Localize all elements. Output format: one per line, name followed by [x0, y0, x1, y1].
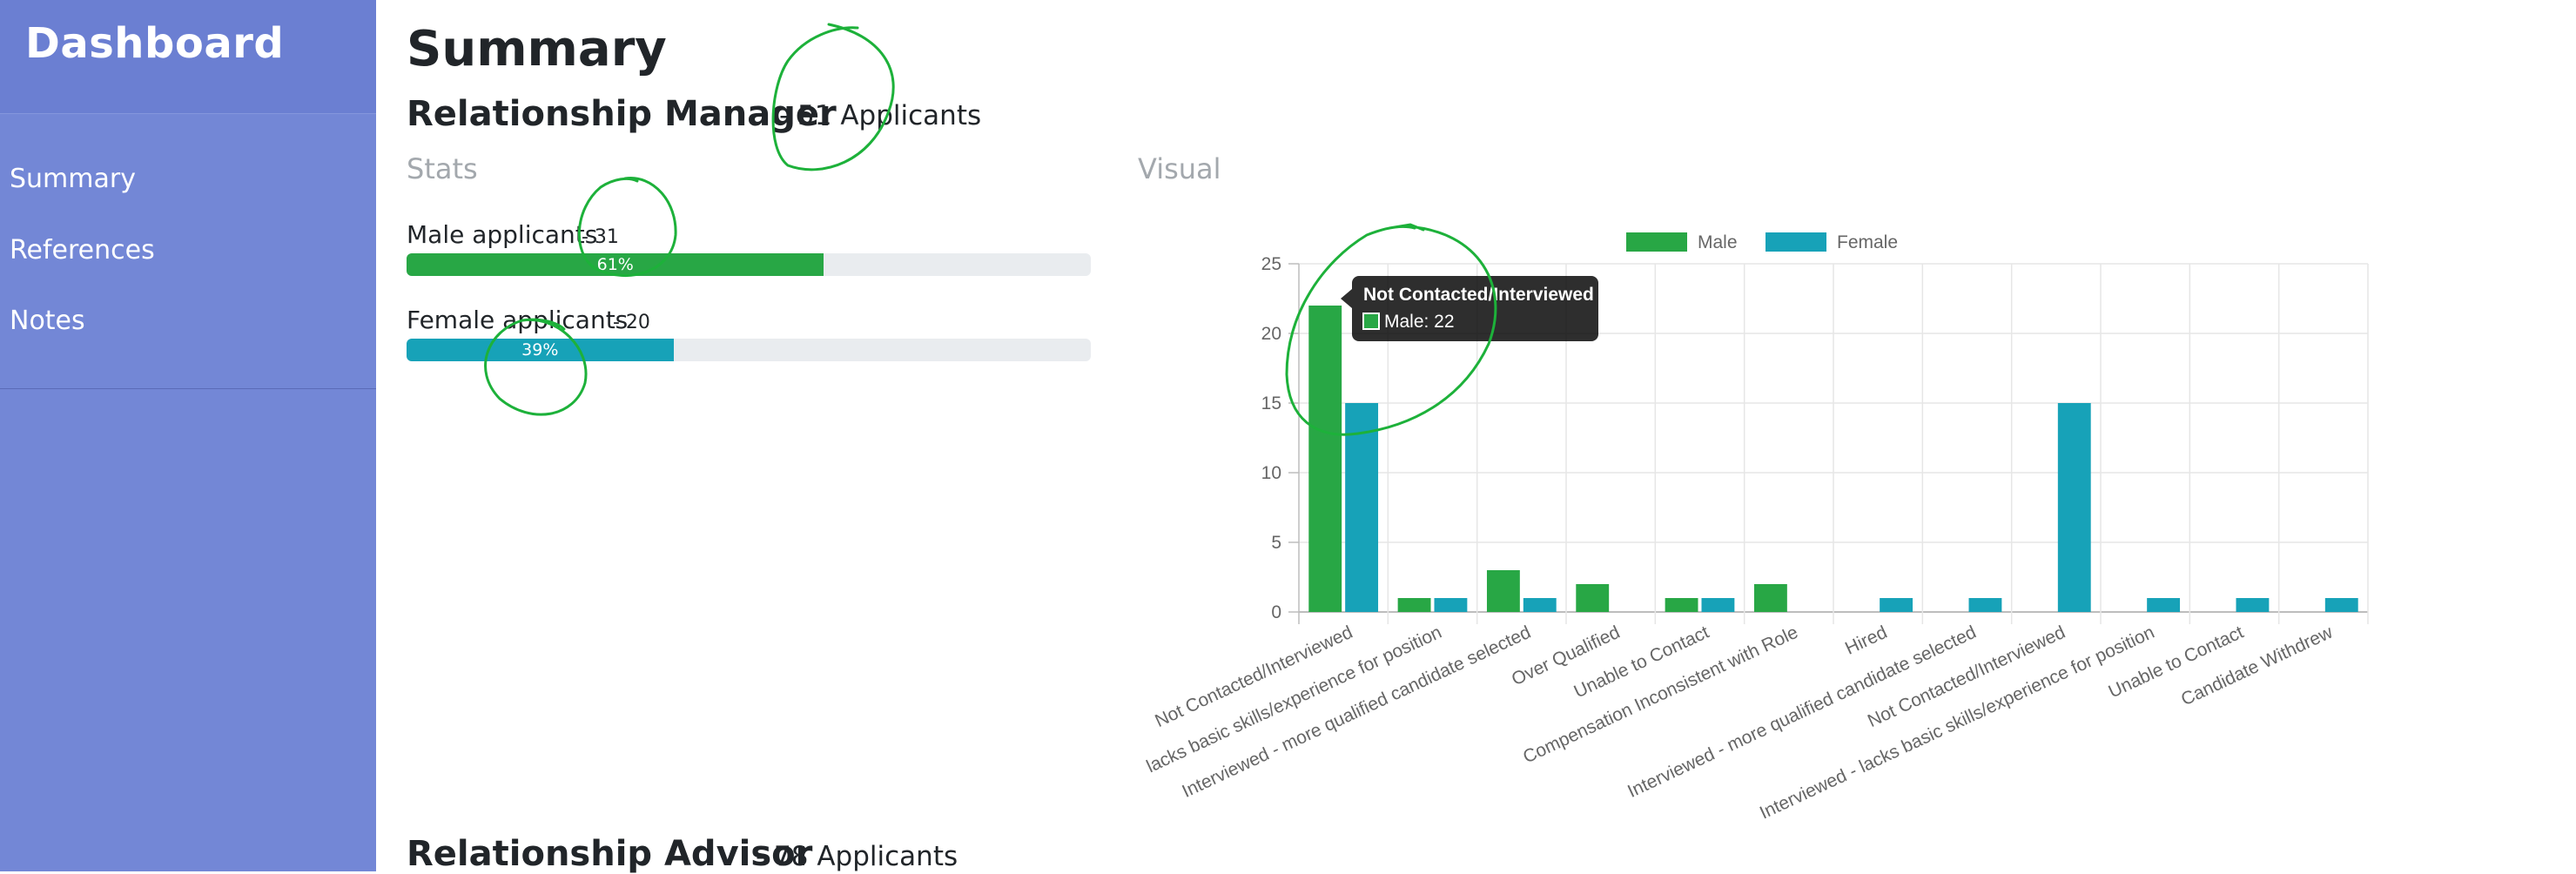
y-tick-label: 10	[1261, 463, 1281, 483]
bar-female	[1968, 598, 2002, 612]
male-applicants-count: - 31	[582, 226, 619, 248]
female-progress-bar: 39%	[407, 339, 674, 361]
tooltip-title: Not Contacted/Interviewed	[1363, 285, 1594, 305]
x-tick-label: Hired	[1842, 622, 1890, 659]
y-tick-label: 25	[1261, 254, 1281, 274]
applicants-bar-chart[interactable]: 0510152025Not Contacted/Interviewedlacks…	[1132, 218, 2420, 844]
y-tick-label: 0	[1271, 602, 1281, 622]
bar-female	[2147, 598, 2181, 612]
female-progress-track: 39%	[407, 339, 1091, 361]
male-progress-track: 61%	[407, 253, 1091, 276]
x-tick-label: Interviewed - lacks basic skills/experie…	[1757, 622, 2157, 824]
sidebar-brand[interactable]: Dashboard	[0, 0, 376, 114]
female-applicants-count: - 20	[613, 312, 650, 333]
bar-female	[2236, 598, 2270, 612]
sidebar: Dashboard Summary References Notes	[0, 0, 376, 871]
y-tick-label: 15	[1261, 393, 1281, 413]
bar-female	[2057, 403, 2091, 612]
tooltip-swatch	[1362, 313, 1380, 330]
visual-heading: Visual	[1138, 152, 1221, 185]
y-tick-label: 5	[1271, 533, 1281, 553]
legend-label-female: Female	[1837, 232, 1898, 252]
section-title-relationship-advisor: Relationship Advisor	[407, 834, 813, 874]
sidebar-divider	[0, 388, 376, 389]
applicant-count-advisor: - 78 Applicants	[756, 841, 958, 872]
bar-female	[1880, 598, 1914, 612]
brand-title[interactable]: Dashboard	[25, 19, 284, 68]
sidebar-item-references[interactable]: References	[10, 235, 155, 266]
y-tick-label: 20	[1261, 324, 1281, 344]
bar-female	[1434, 598, 1468, 612]
applicant-count: - 51 Applicants	[779, 100, 982, 131]
tooltip-body: Male: 22	[1384, 312, 1455, 332]
bar-male	[1665, 598, 1698, 612]
x-tick-label: Interviewed - more qualified candidate s…	[1179, 622, 1534, 802]
male-applicants-label: Male applicants	[407, 220, 598, 249]
section-title-relationship-manager: Relationship Manager	[407, 94, 837, 134]
male-progress-bar: 61%	[407, 253, 824, 276]
bar-female	[1523, 598, 1557, 612]
legend-swatch-female	[1766, 232, 1826, 252]
bar-male	[1397, 598, 1431, 612]
bar-male	[1308, 306, 1342, 612]
sidebar-item-notes[interactable]: Notes	[10, 306, 85, 336]
sidebar-item-summary[interactable]: Summary	[10, 164, 136, 194]
bar-female	[1345, 403, 1379, 612]
page-title: Summary	[407, 21, 667, 77]
bar-male	[1576, 584, 1610, 612]
stats-heading: Stats	[407, 152, 478, 185]
legend-label-male: Male	[1698, 232, 1738, 252]
female-applicants-label: Female applicants	[407, 306, 629, 334]
x-tick-label: Candidate Withdrew	[2178, 622, 2337, 709]
legend-swatch-male	[1626, 232, 1687, 252]
bar-male	[1753, 584, 1787, 612]
bar-female	[2324, 598, 2358, 612]
tooltip-caret	[1341, 289, 1352, 308]
bar-male	[1486, 570, 1520, 612]
chart-tooltip: Not Contacted/Interviewed Male: 22	[1341, 276, 1598, 341]
bar-female	[1701, 598, 1735, 612]
